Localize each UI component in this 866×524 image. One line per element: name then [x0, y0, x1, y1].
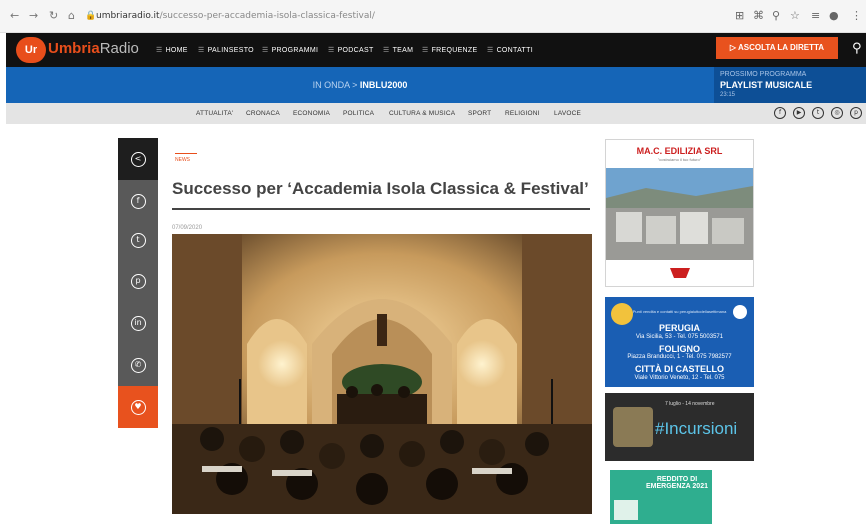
ad1-subtitle: "costruiamo il tuo futuro" — [657, 157, 702, 162]
article-category[interactable]: NEWS — [175, 157, 190, 163]
bookmark-star-icon[interactable]: ☆ — [790, 9, 800, 22]
title-divider — [172, 208, 590, 210]
url-path: /successo-per-accademia-isola-classica-f… — [159, 11, 375, 21]
ad-banner-edilizia[interactable]: MA.C. EDILIZIA SRL "costruiamo il tuo fu… — [605, 139, 754, 287]
next-program-box[interactable]: PROSSIMO PROGRAMMA PLAYLIST MUSICALE 23:… — [714, 67, 866, 103]
home-icon[interactable]: ⌂ — [68, 9, 75, 22]
ad2-header: Punti vendita e contatti su perugiaiutto… — [632, 309, 727, 314]
category-lavoce[interactable]: LAVOCE — [554, 110, 581, 117]
share-linkedin-button[interactable]: in — [118, 302, 158, 344]
pinterest-icon[interactable]: p — [850, 107, 862, 119]
ad-banner-stores[interactable]: Punti vendita e contatti su perugiaiutto… — [605, 297, 754, 387]
listen-live-label: ASCOLTA LA DIRETTA — [738, 43, 825, 52]
youtube-icon[interactable]: ▶ — [793, 107, 805, 119]
category-religioni[interactable]: RELIGIONI — [505, 110, 540, 117]
reading-list-icon[interactable]: ≡ — [811, 9, 820, 22]
address-bar[interactable]: umbriaradio.it/successo-per-accademia-is… — [96, 11, 375, 21]
url-domain: umbriaradio.it — [96, 11, 160, 21]
category-bar: ATTUALITA' CRONACA ECONOMIA POLITICA CUL… — [6, 103, 866, 124]
ad2-foligno-address: Piazza Branducci, 1 - Tel. 075 7982577 — [627, 354, 732, 360]
browser-toolbar: ← → ↻ ⌂ 🔒 umbriaradio.it/successo-per-ac… — [0, 0, 866, 33]
menu-contatti[interactable]: CONTATTI — [487, 46, 533, 54]
whatsapp-icon: ✆ — [130, 357, 146, 373]
next-program-label: PROSSIMO PROGRAMMA — [720, 71, 807, 78]
ad-banner-incursioni[interactable]: 7 luglio - 14 novembre #Incursioni — [605, 393, 754, 461]
menu-frequenze[interactable]: FREQUENZE — [422, 46, 478, 54]
reload-icon[interactable]: ↻ — [49, 9, 58, 22]
linkedin-icon: in — [130, 315, 146, 331]
back-arrow-icon[interactable]: ← — [10, 9, 19, 22]
article-date: 07/09/2020 — [172, 225, 203, 231]
share-icon: < — [130, 151, 146, 167]
ad2-city-foligno: FOLIGNO — [659, 344, 700, 354]
share-twitter-button[interactable]: t — [118, 219, 158, 261]
ad4-title: REDDITO DI EMERGENZA 2021 — [646, 476, 708, 490]
menu-dots-icon[interactable]: ⋮ — [851, 9, 862, 22]
article-photo — [172, 234, 592, 514]
menu-programmi[interactable]: PROGRAMMI — [262, 46, 318, 54]
category-sport[interactable]: SPORT — [468, 110, 491, 117]
ad2-avatar — [611, 303, 633, 325]
ad-banner-reddito[interactable]: REDDITO DI EMERGENZA 2021 — [610, 470, 712, 524]
zoom-icon[interactable]: ⚲ — [772, 9, 780, 22]
profile-avatar-icon[interactable]: ● — [829, 9, 839, 22]
category-cronaca[interactable]: CRONACA — [246, 110, 280, 117]
category-cultura-musica[interactable]: CULTURA & MUSICA — [389, 110, 455, 117]
menu-palinsesto[interactable]: PALINSESTO — [198, 46, 254, 54]
share-pinterest-button[interactable]: p — [118, 260, 158, 302]
twitter-icon[interactable]: t — [812, 107, 824, 119]
category-underline — [175, 153, 197, 154]
like-button[interactable]: ♥ — [118, 386, 158, 428]
menu-team[interactable]: TEAM — [383, 46, 413, 54]
logo-name-1: Umbria — [48, 40, 100, 57]
ad1-title: MA.C. EDILIZIA SRL — [636, 146, 723, 156]
category-attualita[interactable]: ATTUALITA' — [196, 110, 233, 117]
facebook-icon: f — [130, 193, 146, 209]
logo-badge: Ur — [16, 37, 46, 63]
menu-podcast[interactable]: PODCAST — [328, 46, 374, 54]
share-button[interactable]: < — [118, 138, 158, 180]
share-facebook-button[interactable]: f — [118, 180, 158, 222]
ad4-image — [614, 500, 638, 520]
on-air-show: INBLU2000 — [359, 80, 408, 90]
translate-icon[interactable]: ⊞ — [735, 9, 744, 22]
forward-arrow-icon[interactable]: → — [29, 9, 38, 22]
logo-name-2: Radio — [99, 40, 139, 57]
ad2-city-castello: CITTÀ DI CASTELLO — [635, 364, 724, 374]
heart-icon: ♥ — [130, 399, 146, 415]
ad2-city-perugia: PERUGIA — [658, 323, 700, 333]
listen-live-button[interactable]: ▷ ASCOLTA LA DIRETTA — [716, 37, 838, 59]
on-air-bar: IN ONDA > INBLU2000 — [6, 67, 714, 103]
instagram-icon[interactable]: ◎ — [831, 107, 843, 119]
logo-text: UmbriaRadio — [48, 40, 139, 57]
facebook-icon[interactable]: f — [774, 107, 786, 119]
twitter-icon: t — [130, 232, 146, 248]
site-header: Ur UmbriaRadio HOME PALINSESTO PROGRAMMI… — [6, 33, 866, 67]
ad3-figure — [613, 407, 653, 447]
next-program-title: PLAYLIST MUSICALE — [720, 80, 813, 90]
ad2-castello-address: Viale Vittorio Veneto, 12 - Tel. 075 — [634, 375, 725, 381]
extension-icon[interactable]: ⌘ — [753, 9, 764, 22]
on-air-text: IN ONDA > INBLU2000 — [6, 80, 714, 90]
ad3-title: #Incursioni — [655, 419, 738, 438]
on-air-label: IN ONDA > — [312, 80, 358, 90]
category-politica[interactable]: POLITICA — [343, 110, 374, 117]
category-economia[interactable]: ECONOMIA — [293, 110, 330, 117]
menu-home[interactable]: HOME — [156, 46, 188, 54]
ad3-date: 7 luglio - 14 novembre — [665, 401, 715, 407]
share-whatsapp-button[interactable]: ✆ — [118, 344, 158, 386]
search-icon[interactable]: ⚲ — [852, 41, 862, 56]
lock-icon[interactable]: 🔒 — [85, 11, 96, 21]
ad2-perugia-address: Via Sicilia, 53 - Tel. 075 5003571 — [635, 334, 724, 340]
pinterest-icon: p — [130, 273, 146, 289]
next-program-time: 23:15 — [720, 92, 736, 98]
article-title: Successo per ‘Accademia Isola Classica &… — [172, 179, 589, 198]
